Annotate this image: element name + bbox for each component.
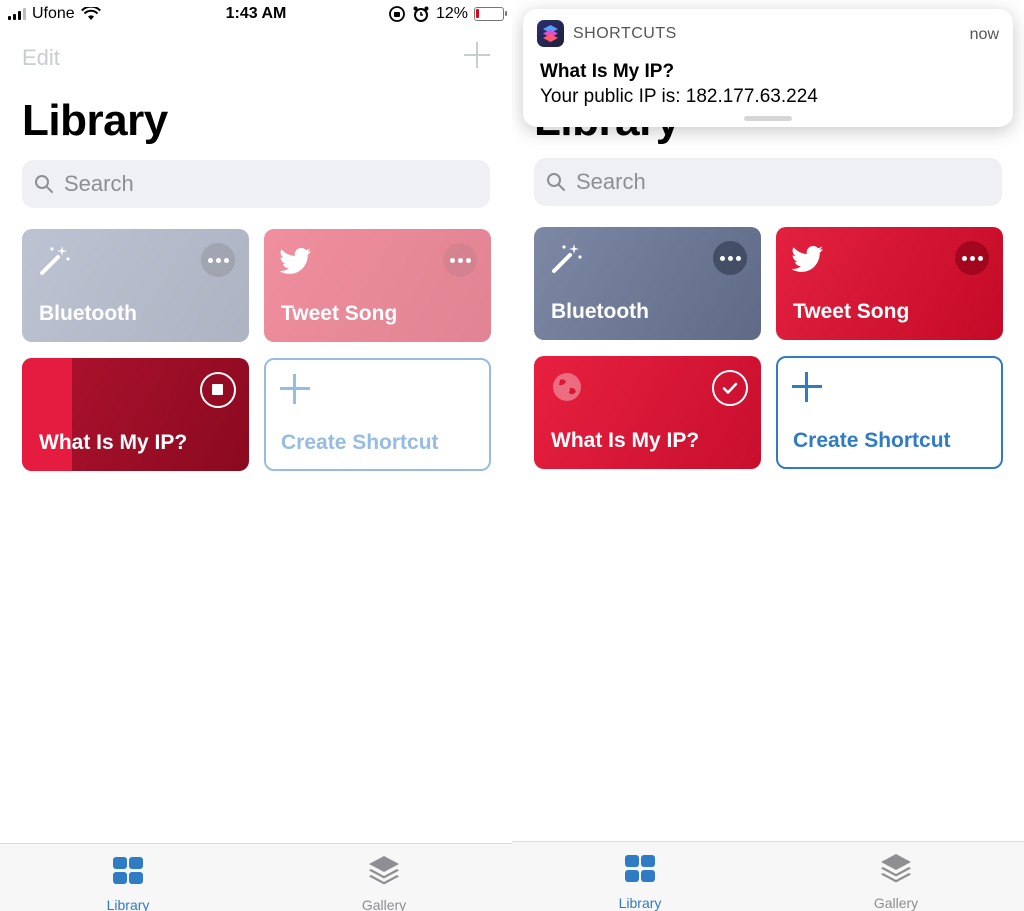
- more-options-button[interactable]: [201, 243, 235, 277]
- status-right: 12%: [388, 5, 507, 23]
- tab-gallery[interactable]: Gallery: [836, 852, 956, 911]
- completed-check-icon: [712, 370, 748, 406]
- plus-icon: [792, 372, 822, 402]
- card-label: What Is My IP?: [39, 431, 188, 454]
- shortcut-card-tweet-song[interactable]: Tweet Song: [264, 229, 491, 342]
- shortcuts-app-icon: [537, 20, 564, 47]
- grid-icon: [625, 855, 655, 882]
- tab-bar: Library Gallery: [512, 841, 1024, 911]
- search-bar[interactable]: [22, 160, 490, 208]
- more-options-button[interactable]: [955, 241, 989, 275]
- search-icon: [35, 175, 53, 193]
- twitter-bird-icon: [792, 246, 823, 272]
- tab-label: Gallery: [361, 897, 407, 911]
- globe-icon: [553, 373, 581, 401]
- battery-percent: 12%: [435, 5, 468, 22]
- edit-button[interactable]: Edit: [22, 45, 60, 71]
- alarm-icon: [413, 6, 429, 22]
- shortcut-card-what-is-my-ip[interactable]: What Is My IP?: [534, 356, 761, 469]
- search-input[interactable]: [576, 169, 976, 195]
- layers-icon: [881, 854, 911, 883]
- orientation-lock-icon: [389, 6, 405, 22]
- tab-bar: Library Gallery: [0, 843, 512, 911]
- status-bar: Ufone 1:43 AM 12%: [0, 0, 512, 30]
- battery-icon: [474, 7, 507, 21]
- shortcut-card-tweet-song[interactable]: Tweet Song: [776, 227, 1003, 340]
- shortcut-card-bluetooth[interactable]: Bluetooth: [534, 227, 761, 340]
- plus-icon: [280, 374, 310, 404]
- notification-time: now: [969, 26, 999, 43]
- magic-wand-icon: [40, 246, 70, 275]
- magic-wand-icon: [552, 244, 582, 273]
- tab-library[interactable]: Library: [580, 852, 700, 911]
- tab-label: Library: [618, 895, 662, 911]
- card-label: Create Shortcut: [793, 429, 951, 452]
- notification-app-name: SHORTCUTS: [573, 25, 677, 42]
- card-label: Create Shortcut: [281, 431, 439, 454]
- notification-body: Your public IP is: 182.177.63.224: [540, 86, 818, 107]
- notification-grabber[interactable]: [744, 116, 792, 121]
- tab-gallery[interactable]: Gallery: [324, 854, 444, 911]
- tab-library[interactable]: Library: [68, 854, 188, 911]
- stop-icon: [212, 384, 223, 395]
- card-label: Tweet Song: [793, 300, 910, 323]
- more-options-button[interactable]: [713, 241, 747, 275]
- create-shortcut-card[interactable]: Create Shortcut: [776, 356, 1003, 469]
- tab-label: Gallery: [873, 895, 919, 911]
- create-shortcut-card[interactable]: Create Shortcut: [264, 358, 491, 471]
- card-label: Bluetooth: [551, 300, 649, 323]
- page-title: Library: [22, 96, 168, 145]
- add-shortcut-button[interactable]: [462, 40, 492, 70]
- notification-title: What Is My IP?: [540, 61, 675, 82]
- tab-label: Library: [106, 897, 150, 911]
- right-screenshot: Library SHORTCUTS now What Is My IP? You…: [512, 0, 1024, 911]
- stop-button[interactable]: [200, 372, 236, 408]
- left-screenshot: Ufone 1:43 AM 12% Edit Library Search Bl…: [0, 0, 512, 911]
- card-label: Tweet Song: [281, 302, 398, 325]
- notification-banner[interactable]: SHORTCUTS now What Is My IP? Your public…: [523, 9, 1013, 127]
- search-icon: [547, 173, 565, 191]
- shortcut-card-bluetooth[interactable]: Bluetooth: [22, 229, 249, 342]
- shortcut-card-what-is-my-ip[interactable]: What Is My IP?: [22, 358, 249, 471]
- search-bar[interactable]: [534, 158, 1002, 206]
- card-label: What Is My IP?: [551, 429, 700, 452]
- twitter-bird-icon: [280, 248, 311, 274]
- battery-level: [476, 9, 479, 18]
- more-options-button[interactable]: [443, 243, 477, 277]
- search-input[interactable]: [64, 171, 464, 197]
- layers-icon: [369, 856, 399, 885]
- card-label: Bluetooth: [39, 302, 137, 325]
- grid-icon: [113, 857, 143, 884]
